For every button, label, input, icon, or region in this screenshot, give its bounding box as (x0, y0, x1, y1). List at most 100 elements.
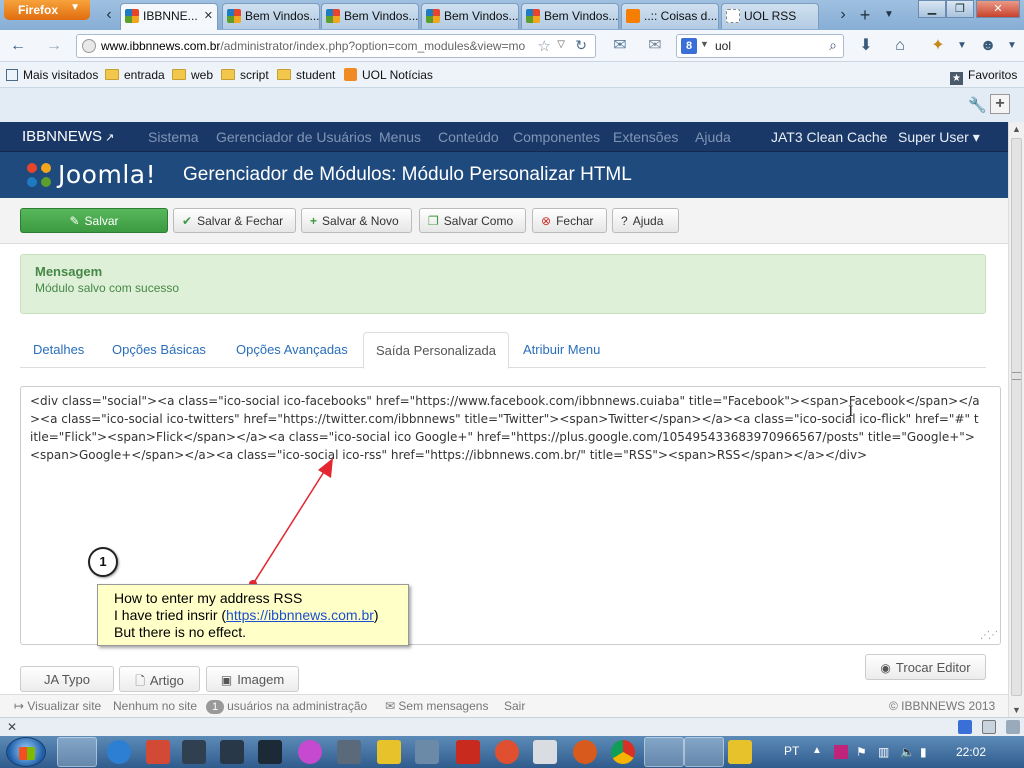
bookmark-star-icon[interactable]: ☆ (538, 37, 551, 55)
menu-chevron-down-icon[interactable]: ▼ (1002, 36, 1022, 56)
browser-tab[interactable]: ..:: Coisas d... (621, 3, 719, 29)
mail-icon[interactable]: ✉ (610, 36, 630, 56)
image-button[interactable]: ▣ Imagem (206, 666, 299, 692)
help-button[interactable]: ? Ajuda (612, 208, 679, 233)
save-copy-button[interactable]: ❐ Salvar Como (419, 208, 526, 233)
battery-icon[interactable]: ▮ (920, 745, 934, 759)
minimize-button[interactable]: ▁ (918, 0, 946, 18)
menu-help[interactable]: Ajuda (695, 129, 731, 145)
app-taskbar-icon[interactable] (377, 740, 401, 764)
app-taskbar-icon[interactable] (495, 740, 519, 764)
code-textarea[interactable]: <div class="social"><a class="ico-social… (30, 392, 980, 464)
view-site-link[interactable]: ↦ Visualizar site (14, 699, 101, 713)
mail-closed-icon[interactable]: ✉ (645, 36, 665, 56)
firefox-menu-button[interactable]: Firefox ▼ (4, 0, 90, 20)
url-history-chevron-down-icon[interactable]: ▽ (557, 39, 565, 50)
jat3-clean-cache-link[interactable]: JAT3 Clean Cache (771, 129, 887, 145)
tab-details[interactable]: Detalhes (33, 342, 84, 357)
bookmark-folder[interactable]: entrada (105, 68, 165, 82)
volume-icon[interactable]: 🔈 (900, 745, 915, 759)
browser-tab[interactable]: Bem Vindos... (521, 3, 619, 29)
site-name-link[interactable]: IBBNNEWS ↗ (22, 128, 114, 145)
scrollbar-thumb[interactable] (1011, 138, 1022, 696)
window-close-button[interactable]: ✕ (976, 0, 1020, 18)
flag-icon[interactable]: ⚑ (856, 745, 870, 759)
start-button[interactable] (6, 737, 46, 767)
app-taskbar-icon[interactable] (573, 740, 597, 764)
tab-basic-options[interactable]: Opções Básicas (112, 342, 206, 357)
tab-list-chevron-down-icon[interactable]: ▼ (880, 3, 898, 27)
app-taskbar-icon[interactable] (220, 740, 244, 764)
new-tab-plus-icon[interactable]: + (856, 3, 874, 27)
folder-taskbar-icon[interactable] (728, 740, 752, 764)
close-button[interactable]: ⊗ Fechar (532, 208, 607, 233)
browser-tab[interactable]: Bem Vindos... (421, 3, 519, 29)
annotation-link[interactable]: https://ibbnnews.com.br (226, 607, 374, 623)
joomla-logo[interactable]: Joomla! (24, 158, 174, 192)
tab-custom-output[interactable]: Saída Personalizada (363, 332, 509, 369)
reload-icon[interactable]: ↻ (575, 37, 587, 54)
app-taskbar-icon[interactable] (337, 740, 361, 764)
firefox-taskbar-icon[interactable] (57, 737, 97, 767)
explorer-taskbar-icon[interactable] (644, 737, 684, 767)
menu-extensions[interactable]: Extensões (613, 129, 678, 145)
mail-notifier-icon[interactable] (982, 720, 996, 734)
menu-components[interactable]: Componentes (513, 129, 600, 145)
clock[interactable]: 22:02 (956, 745, 986, 759)
scroll-down-arrow-icon[interactable]: ▼ (1012, 705, 1021, 715)
maximize-button[interactable]: ❐ (946, 0, 974, 18)
bookmark-folder[interactable]: web (172, 68, 213, 82)
back-arrow-icon[interactable]: ← (8, 36, 28, 56)
language-indicator[interactable]: PT (784, 744, 799, 758)
tray-app-icon[interactable] (834, 745, 848, 759)
browser-tab[interactable]: Bem Vindos... (321, 3, 419, 29)
network-icon[interactable]: ▥ (878, 745, 892, 759)
address-bar[interactable]: www.ibbnnews.com.br/administrator/index.… (76, 34, 596, 58)
bookmark-folder[interactable]: script (221, 68, 269, 82)
ja-typo-button[interactable]: JA Typo (20, 666, 114, 692)
logout-link[interactable]: Sair (504, 699, 525, 713)
tab-menu-assignment[interactable]: Atribuir Menu (523, 342, 600, 357)
browser-tab[interactable]: IBBNNE... ✕ (120, 3, 218, 30)
chrome-icon[interactable] (611, 740, 635, 764)
page-scrollbar[interactable]: ▲ ▼ (1008, 122, 1024, 717)
app-taskbar-icon[interactable] (298, 740, 322, 764)
bookmark-rss-feed[interactable]: UOL Notícias (344, 68, 433, 82)
search-bar[interactable]: 8 ▼ uol ⌕ (676, 34, 844, 58)
tab-advanced-options[interactable]: Opções Avançadas (236, 342, 348, 357)
tabs-scroll-right-icon[interactable]: › (834, 3, 852, 27)
tray-expand-chevron-icon[interactable]: ▲ (812, 745, 826, 759)
toggle-editor-button[interactable]: ◉ Trocar Editor (865, 654, 986, 680)
article-button[interactable]: 🗋 Artigo (119, 666, 200, 692)
addon-face-icon[interactable]: ☻ (978, 36, 998, 56)
app-taskbar-icon[interactable] (415, 740, 439, 764)
home-icon[interactable]: ⌂ (890, 36, 910, 56)
menu-content[interactable]: Conteúdo (438, 129, 499, 145)
close-addon-bar-icon[interactable]: ✕ (7, 720, 17, 734)
save-close-button[interactable]: ✔ Salvar & Fechar (173, 208, 296, 233)
scroll-up-arrow-icon[interactable]: ▲ (1012, 124, 1021, 134)
filezilla-icon[interactable] (456, 740, 480, 764)
menu-users[interactable]: Gerenciador de Usuários (216, 129, 372, 145)
wrench-icon[interactable]: 🔧 (968, 96, 987, 114)
add-plus-icon[interactable]: + (990, 94, 1010, 114)
resize-grip-icon[interactable]: ⋰⋰ (980, 630, 998, 641)
download-arrow-icon[interactable]: ⬇ (856, 36, 876, 56)
rss-reader-icon[interactable] (533, 740, 557, 764)
browser-tab[interactable]: Bem Vindos... (222, 3, 320, 29)
save-new-button[interactable]: + Salvar & Novo (301, 208, 412, 233)
messages-status[interactable]: ✉ Sem mensagens (385, 699, 488, 713)
mail-app-icon[interactable] (146, 740, 170, 764)
app-taskbar-icon[interactable] (258, 740, 282, 764)
search-icon[interactable]: ⌕ (829, 37, 837, 54)
browser-tab[interactable]: UOL RSS (721, 3, 819, 29)
search-input[interactable]: uol (715, 39, 731, 53)
bookmark-folder[interactable]: student (277, 68, 335, 82)
close-icon[interactable]: ✕ (204, 9, 213, 22)
app-taskbar-icon[interactable] (182, 740, 206, 764)
bookmark-most-visited[interactable]: Mais visitados (6, 68, 98, 82)
search-engine-chevron-down-icon[interactable]: ▼ (700, 39, 709, 49)
user-menu-dropdown[interactable]: Super User ▾ (898, 129, 980, 146)
tabs-scroll-left-icon[interactable]: ‹ (100, 3, 118, 27)
addon-chevron-down-icon[interactable]: ▼ (952, 36, 972, 56)
